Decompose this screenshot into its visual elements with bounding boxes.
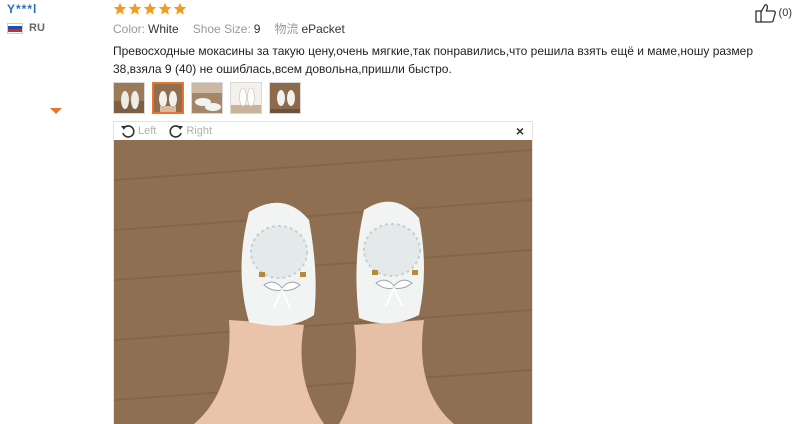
helpful-button[interactable]: (0) — [754, 3, 792, 23]
rotate-left-button[interactable]: Left — [120, 123, 156, 139]
photo-thumbnail[interactable] — [191, 82, 223, 114]
shipping-label: 物流 — [274, 22, 299, 36]
rotate-right-icon — [169, 125, 184, 138]
star-icon — [173, 2, 187, 15]
photo-thumbnail-active[interactable] — [152, 82, 184, 114]
review-photo — [114, 140, 532, 424]
photo-thumbnail[interactable] — [230, 82, 262, 114]
star-icon — [128, 2, 142, 15]
review-text: Превосходные мокасины за такую цену,очен… — [113, 44, 754, 76]
star-icon — [158, 2, 172, 15]
review-body: Color: White Shoe Size: 9 物流 ePacket Пре… — [113, 0, 793, 116]
active-thumbnail-indicator — [50, 108, 62, 114]
viewer-toolbar: Left Right × — [114, 122, 532, 140]
reviewer-country: RU — [7, 22, 97, 34]
rotate-left-label: Left — [138, 125, 157, 137]
star-rating — [113, 2, 793, 16]
close-viewer-button[interactable]: × — [516, 123, 524, 139]
photo-thumbnail[interactable] — [113, 82, 145, 114]
shipping-value: ePacket — [301, 22, 345, 36]
order-details: Color: White Shoe Size: 9 物流 ePacket — [113, 20, 793, 36]
star-icon — [113, 2, 127, 15]
rotate-right-label: Right — [186, 125, 213, 137]
size-label: Shoe Size: — [192, 22, 251, 36]
rotate-right-button[interactable]: Right — [168, 123, 212, 139]
helpful-count: (0) — [778, 7, 792, 19]
color-value: White — [148, 22, 179, 36]
russia-flag-icon — [7, 22, 23, 34]
reviewer-info: Y***l RU — [7, 0, 97, 34]
thumbs-up-icon — [754, 4, 776, 23]
color-label: Color: — [113, 22, 146, 36]
photo-thumbnails — [113, 82, 793, 116]
photo-viewer: Left Right × — [113, 121, 533, 424]
star-icon — [143, 2, 157, 15]
rotate-left-icon — [121, 125, 135, 138]
country-code: RU — [29, 22, 45, 34]
reviewer-name: Y***l — [7, 2, 38, 16]
photo-thumbnail[interactable] — [269, 82, 301, 114]
size-value: 9 — [253, 22, 261, 36]
